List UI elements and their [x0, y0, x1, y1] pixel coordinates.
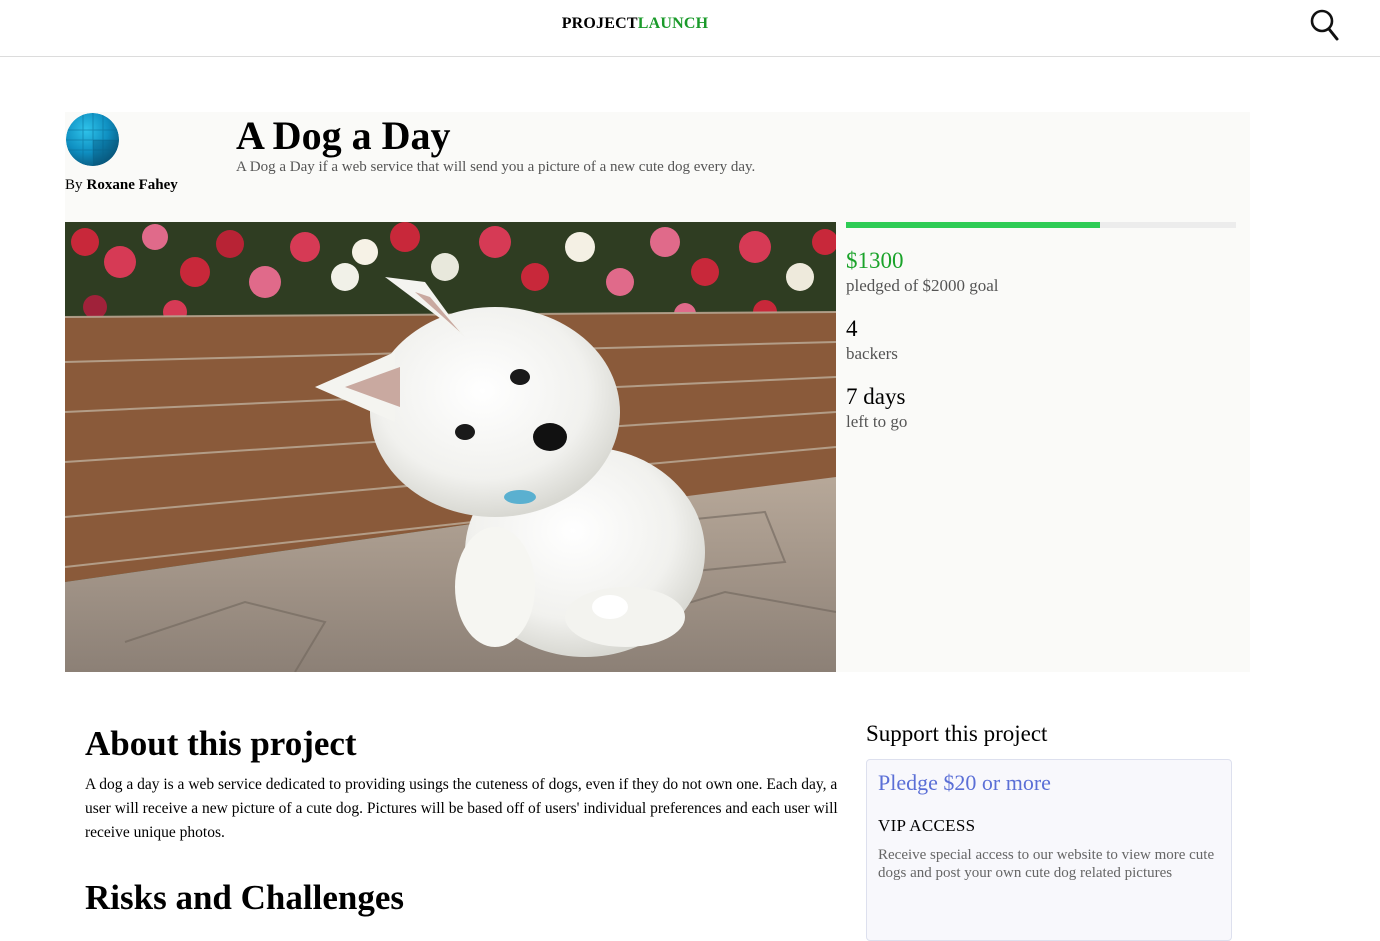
by-label: By — [65, 177, 83, 193]
author-name[interactable]: Roxane Fahey — [87, 177, 178, 193]
funding-progress-bar — [846, 222, 1236, 228]
pledge-amount[interactable]: Pledge $20 or more — [878, 770, 1051, 796]
search-icon — [1310, 9, 1339, 41]
top-navbar: PROJECTLAUNCH — [0, 0, 1380, 57]
project-hero: By Roxane Fahey A Dog a Day A Dog a Day i… — [65, 112, 1250, 672]
pledge-reward-card[interactable]: Pledge $20 or more VIP ACCESS Receive sp… — [866, 759, 1232, 941]
logo-text-launch: LAUNCH — [637, 15, 709, 32]
avatar-globe-icon — [66, 113, 119, 166]
avatar[interactable] — [66, 113, 119, 166]
funding-progress-fill — [846, 222, 1100, 228]
backers-stat: 4 backers — [846, 315, 898, 365]
days-label: left to go — [846, 412, 908, 431]
pledged-amount: $1300 — [846, 248, 904, 273]
days-left: 7 days — [846, 384, 906, 409]
byline: By Roxane Fahey — [65, 177, 178, 194]
site-logo[interactable]: PROJECTLAUNCH — [0, 15, 1270, 33]
reward-name: VIP ACCESS — [878, 816, 976, 835]
project-subtitle: A Dog a Day if a web service that will s… — [236, 159, 756, 175]
search-button[interactable] — [1306, 6, 1346, 46]
about-heading: About this project — [85, 724, 357, 763]
dog-photo — [65, 222, 836, 672]
pledged-stat: $1300 pledged of $2000 goal — [846, 247, 999, 297]
reward-description: Receive special access to our website to… — [878, 847, 1215, 881]
days-stat: 7 days left to go — [846, 383, 907, 433]
project-title: A Dog a Day — [236, 113, 451, 158]
support-heading: Support this project — [866, 721, 1048, 746]
logo-text-project: PROJECT — [561, 15, 638, 32]
backers-count: 4 — [846, 316, 858, 341]
project-image — [65, 222, 836, 672]
about-text: A dog a day is a web service dedicated t… — [85, 776, 838, 841]
backers-label: backers — [846, 344, 898, 363]
pledged-label: pledged of $2000 goal — [846, 276, 999, 295]
risks-heading: Risks and Challenges — [85, 878, 404, 917]
